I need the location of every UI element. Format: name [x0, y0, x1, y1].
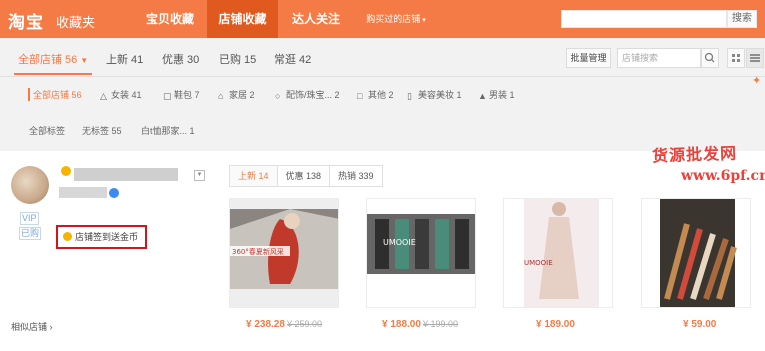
current-price: ¥ 188.00 — [382, 319, 421, 330]
tab-new[interactable]: 上新 41 — [106, 51, 143, 67]
makeup-icon: ▯ — [407, 91, 412, 101]
store-owner-redacted — [59, 187, 107, 198]
store-name-redacted[interactable] — [74, 168, 178, 181]
store-search-input[interactable]: 店铺搜索 — [617, 48, 701, 68]
search-button[interactable]: 搜索 — [727, 10, 757, 28]
product-image[interactable]: 360°春夏新风采 — [229, 198, 339, 308]
category-womens[interactable]: △ 女装 41 — [100, 88, 142, 101]
product-price: ¥ 59.00 — [683, 319, 716, 330]
shirt-icon: ▲ — [478, 91, 487, 101]
tag-white-tshirt[interactable]: 白t恤那家... 1 — [141, 124, 195, 137]
category-label: 鞋包 7 — [174, 90, 200, 100]
signin-label: 店铺签到送金币 — [75, 232, 139, 242]
current-price: ¥ 238.28 — [246, 319, 285, 330]
top-header: 淘宝 收藏夹 宝贝收藏 店铺收藏 达人关注 购买过的店铺 ▾ 搜索 — [0, 0, 765, 38]
other-icon: □ — [357, 91, 363, 101]
nav-item-favorite-items[interactable]: 宝贝收藏 — [139, 0, 201, 38]
category-label: 配饰/珠宝... 2 — [286, 90, 340, 100]
tab-all-stores[interactable]: 全部店铺 56 ▼ — [13, 51, 93, 75]
list-icon — [750, 54, 760, 62]
product-image-text: UMOOIE — [383, 238, 416, 247]
store-search-button[interactable] — [701, 48, 719, 68]
chevron-down-icon: ▾ — [422, 17, 426, 24]
category-label: 美容美妆 1 — [418, 90, 462, 100]
search-icon — [704, 52, 715, 63]
product-image[interactable]: UMOOIE — [503, 198, 613, 308]
grid-icon — [732, 54, 740, 62]
crown-icon — [61, 166, 71, 176]
original-price: ¥ 199.00 — [422, 319, 458, 329]
tab-product-discount[interactable]: 优惠 138 — [277, 166, 331, 186]
product-photo: UMOOIE — [504, 199, 612, 307]
batch-manage-button[interactable]: 批量管理 — [566, 48, 611, 68]
dress-icon: △ — [100, 91, 107, 101]
store-signin-button[interactable]: 店铺签到送金币 — [56, 225, 147, 249]
list-view-button[interactable] — [746, 48, 764, 68]
product-image[interactable]: UMOOIE — [366, 198, 476, 308]
category-all-stores[interactable]: 全部店铺 56 — [28, 88, 82, 101]
category-label: 女装 41 — [111, 90, 142, 100]
product-price: ¥ 189.00 — [536, 319, 575, 330]
similar-stores-link[interactable]: 相似店铺 › — [11, 320, 53, 333]
tab-discount[interactable]: 优惠 30 — [162, 51, 199, 67]
home-icon: ⌂ — [218, 91, 224, 101]
chevron-down-icon[interactable]: ▼ — [194, 170, 205, 181]
product-photo — [642, 199, 750, 307]
store-avatar[interactable] — [11, 166, 49, 204]
category-accessories[interactable]: ○ 配饰/珠宝... 2 — [275, 88, 340, 101]
purchased-badge: 已购 — [19, 227, 42, 240]
accessory-icon: ○ — [275, 91, 281, 101]
gold-coin-icon — [63, 232, 72, 241]
store-filter-tabs: 全部店铺 56 ▼ 上新 41 优惠 30 已购 15 常逛 42 批量管理 店铺… — [0, 38, 765, 77]
nav-dropdown-label: 购买过的店铺 — [366, 14, 421, 24]
category-other[interactable]: □ 其他 2 — [357, 88, 394, 101]
chevron-down-icon: ▼ — [80, 56, 89, 65]
nav-item-followed-experts[interactable]: 达人关注 — [285, 0, 347, 38]
wangwang-chat-icon[interactable] — [109, 188, 119, 198]
category-shoes-bags[interactable]: ▢ 鞋包 7 — [163, 88, 200, 101]
store-card: ▼ VIP 已购 店铺签到送金币 相似店铺 › 上新 14 优惠 138 热销 … — [0, 151, 765, 351]
favorites-title: 收藏夹 — [56, 15, 96, 30]
bag-icon: ▢ — [163, 91, 172, 101]
search-input[interactable] — [561, 10, 727, 28]
vip-badge: VIP — [20, 212, 39, 225]
product-price: ¥ 238.28 ¥ 259.00 — [246, 319, 322, 330]
product-photo: 360°春夏新风采 — [230, 199, 338, 307]
tab-product-hot[interactable]: 热销 339 — [330, 166, 382, 186]
tab-label: 全部店铺 56 — [18, 54, 78, 66]
chevron-right-icon: › — [49, 322, 53, 332]
tag-all[interactable]: 全部标签 — [29, 124, 65, 137]
product-tabs: 上新 14 优惠 138 热销 339 — [229, 165, 383, 187]
category-mens[interactable]: ▲ 男装 1 — [478, 88, 515, 101]
watermark-url: www.6pf.cn — [681, 168, 765, 184]
original-price: ¥ 259.00 — [286, 319, 322, 329]
category-label: 家居 2 — [229, 90, 255, 100]
product-image-text: 360°春夏新风采 — [232, 247, 284, 256]
category-beauty[interactable]: ▯ 美容美妆 1 — [407, 88, 462, 101]
grid-view-button[interactable] — [727, 48, 745, 68]
similar-stores-label: 相似店铺 — [11, 322, 48, 332]
tab-frequent[interactable]: 常逛 42 — [274, 51, 311, 67]
category-filter: 全部店铺 56 △ 女装 41 ▢ 鞋包 7 ⌂ 家居 2 ○ 配饰/珠宝... 2 □… — [0, 78, 765, 151]
tab-product-new[interactable]: 上新 14 — [230, 166, 278, 186]
current-price: ¥ 189.00 — [536, 319, 575, 330]
taobao-logo[interactable]: 淘宝 — [8, 8, 44, 33]
watermark-text: 货源批发网 — [651, 143, 738, 166]
product-image-text: UMOOIE — [524, 259, 553, 267]
nav-item-favorite-stores[interactable]: 店铺收藏 — [207, 0, 278, 38]
pin-icon[interactable]: ✦ — [752, 74, 761, 87]
tag-untagged[interactable]: 无标签 55 — [82, 124, 122, 137]
product-price: ¥ 188.00 ¥ 199.00 — [382, 319, 458, 330]
category-label: 其他 2 — [368, 90, 394, 100]
product-image[interactable] — [641, 198, 751, 308]
nav-dropdown-purchased-stores[interactable]: 购买过的店铺 ▾ — [363, 0, 429, 38]
product-photo: UMOOIE — [367, 199, 475, 307]
category-label: 男装 1 — [489, 90, 515, 100]
category-home[interactable]: ⌂ 家居 2 — [218, 88, 255, 101]
current-price: ¥ 59.00 — [683, 319, 717, 330]
tab-purchased[interactable]: 已购 15 — [219, 51, 256, 67]
